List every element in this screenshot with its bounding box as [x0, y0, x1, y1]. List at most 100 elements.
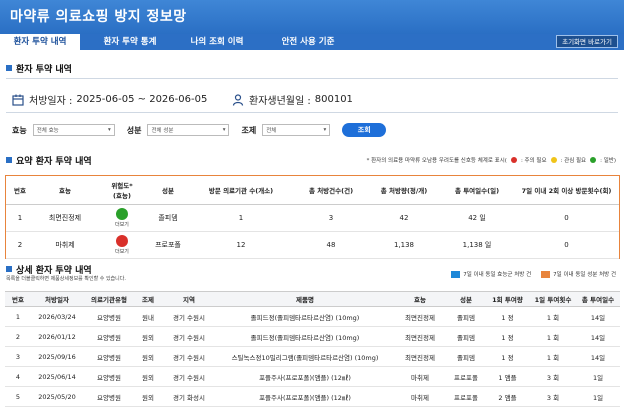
- cell-dose: 1 앰플: [485, 406, 530, 412]
- cell-ing: 졸피뎀: [447, 306, 485, 327]
- cell-days: 14일: [576, 346, 620, 367]
- filter-bar: 효능 전체 효능 ▾ 성분 전체 성분 ▾ 조제 전체 ▾ 조회: [12, 122, 387, 138]
- col-header: 번호: [5, 291, 31, 307]
- summary-title: 요약 환자 투약 내역: [6, 154, 92, 167]
- birth-value: 800101: [314, 94, 353, 105]
- cell-freq: 1 회: [530, 306, 576, 327]
- table-row[interactable]: 62025/05/14요양병원원외경기 수원시포플주사(프로포폴)(앰플) (1…: [5, 406, 620, 412]
- ingredient-select[interactable]: 전체 성분 ▾: [147, 124, 230, 136]
- summary-table-box: 번호 효능 위험도* (효능) 성분 방문 의료기관 수(개소) 총 처방건수(…: [5, 175, 620, 259]
- cell-ingredient: 졸피뎀: [148, 204, 188, 232]
- cell-no: 4: [5, 366, 31, 387]
- cell-no: 2: [5, 326, 31, 347]
- cell-dose: 1 앰플: [485, 366, 530, 387]
- col-header: 총 처방량(정/개): [368, 176, 440, 205]
- page-title-text: 환자 투약 내역: [16, 65, 72, 75]
- cell-inst: 요양병원: [83, 306, 135, 327]
- cell-days: 1일: [576, 386, 620, 407]
- formulation-select-value: 전체: [266, 128, 277, 134]
- cell-product: 졸피드정(졸피뎀타르타르산염) (10mg): [217, 306, 393, 327]
- legend-same-efficacy: 7일 이내 동일 효능군 처방 건: [463, 272, 532, 278]
- cell-institutions: 1: [188, 204, 294, 232]
- divider: [6, 112, 618, 113]
- tab-patient-stats[interactable]: 환자 투약 통계: [90, 34, 170, 50]
- cell-eff: 마취제: [393, 406, 447, 412]
- cell-no: 1: [5, 306, 31, 327]
- cell-ing: 프로포폴: [447, 406, 485, 412]
- tab-my-query-history[interactable]: 나의 조회 이력: [176, 34, 258, 50]
- table-row[interactable]: 4 2025/06/14 요양병원 원외 경기 수원시 포플주사(프로포폴)(앰플) (1…: [5, 366, 620, 387]
- cell-region: 경기 수원시: [161, 306, 217, 327]
- formulation-select[interactable]: 전체 ▾: [262, 124, 331, 136]
- more-link[interactable]: 더보기: [96, 248, 148, 255]
- prescription-period: 처방일자 : 2025-06-05 ~ 2026-06-05: [12, 92, 207, 107]
- cell-prep: 원외: [135, 346, 161, 367]
- cell-days: 14일: [576, 306, 620, 327]
- table-row[interactable]: 5 2025/05/20 요양병원 원외 경기 화성시 포플주사(프로포폴)(앰플) (1…: [5, 386, 620, 407]
- calendar-icon: [12, 94, 24, 106]
- risk-green-icon: [116, 207, 128, 220]
- cell-freq: 1 회: [530, 326, 576, 347]
- cell-ingredient: 프로포폴: [148, 231, 188, 259]
- efficacy-select[interactable]: 전체 효능 ▾: [32, 124, 115, 136]
- legend-same-ingredient: 7일 이내 동일 성분 처방 건: [553, 272, 616, 278]
- table-row[interactable]: 2 2026/01/12 요양병원 원외 경기 수원시 졸피드정(졸피뎀타르타르산염) (…: [5, 326, 620, 347]
- chevron-down-icon: ▾: [323, 127, 327, 133]
- prescription-value: 2025-06-05 ~ 2026-06-05: [76, 94, 208, 105]
- query-button[interactable]: 조회: [342, 123, 387, 137]
- cell-date: 2026/01/12: [31, 326, 83, 347]
- cell-product: 포플주사(프로포폴)(앰플) (12㎖): [217, 386, 393, 407]
- cell-visits: 0: [514, 231, 619, 259]
- detail-subtitle: 목록을 더블클릭하면 제품상세정보를 확인할 수 있습니다.: [6, 276, 126, 282]
- cell-region: 경기 화성시: [161, 386, 217, 407]
- risk-legend-interest: : 관심 필요: [560, 158, 587, 164]
- cell-eff: 마취제: [393, 366, 447, 387]
- cell-amount: 1,138: [368, 231, 440, 259]
- cell-inst: 요양병원: [83, 326, 135, 347]
- table-row[interactable]: 2 마취제 더보기 프로포폴 12 48 1,138 1,138 일 0: [6, 231, 619, 259]
- col-header: 7일 이내 2회 이상 방문횟수(회): [514, 176, 619, 205]
- risk-legend-caution: : 주의 필요: [520, 158, 547, 164]
- cell-eff: 마취제: [393, 386, 447, 407]
- cell-no: 1: [6, 204, 34, 232]
- col-header: 효능: [34, 176, 96, 205]
- table-row[interactable]: 1 최면진정제 더보기 졸피뎀 1 3 42 42 일 0: [6, 204, 619, 232]
- cell-eff: 최면진정제: [393, 306, 447, 327]
- col-header: 총 투여일수(일): [440, 176, 514, 205]
- col-header: 위험도* (효능): [96, 176, 148, 205]
- more-link[interactable]: 더보기: [96, 221, 148, 228]
- detail-table-box: 번호 처방일자 의료기관유형 조제 지역 제품명 효능 성분 1회 투여량 1일…: [5, 291, 620, 412]
- prescription-label: 처방일자 :: [29, 96, 73, 107]
- cell-inst: 요양병원: [83, 406, 135, 412]
- page-title: 환자 투약 내역: [6, 62, 72, 75]
- bullet-icon: [6, 65, 12, 71]
- col-header: 의료기관유형: [83, 291, 135, 307]
- ingredient-select-value: 전체 성분: [151, 128, 174, 134]
- tab-safety-criteria[interactable]: 안전 사용 기준: [264, 34, 352, 50]
- cell-efficacy: 최면진정제: [34, 204, 96, 232]
- green-dot-icon: [590, 157, 597, 163]
- cell-region: 경기 수원시: [161, 406, 217, 412]
- patient-birth: 환자생년월일 : 800101: [232, 92, 353, 107]
- table-row[interactable]: 3 2025/09/16 요양병원 원외 경기 수원시 스틸녹스정10밀리그램(졸피뎀타르…: [5, 346, 620, 367]
- cell-product: 포플주사(프로포폴)(앰플) (12㎖): [217, 406, 393, 412]
- risk-legend: * 환자의 의료용 마약류 오남용 우려도를 신호등 체계로 표시( : 주의 …: [367, 156, 616, 164]
- col-header: 조제: [135, 291, 161, 307]
- bullet-icon: [6, 157, 12, 163]
- col-header: 성분: [447, 291, 485, 307]
- summary-title-text: 요약 환자 투약 내역: [16, 157, 92, 167]
- table-row[interactable]: 1 2026/03/24 요양병원 원내 경기 수원시 졸피드정(졸피뎀타르타르산염) (…: [5, 306, 620, 327]
- person-icon: [232, 93, 244, 106]
- divider: [6, 78, 618, 79]
- col-header: 처방일자: [31, 291, 83, 307]
- cell-risk: 더보기: [96, 204, 148, 232]
- tab-patient-history[interactable]: 환자 투약 내역: [0, 34, 80, 50]
- cell-dose: 2 앰플: [485, 386, 530, 407]
- cell-efficacy: 마취제: [34, 231, 96, 259]
- birth-label: 환자생년월일 :: [249, 96, 311, 107]
- cell-freq: 3 회: [530, 386, 576, 407]
- home-button[interactable]: 초기화면 바로가기: [556, 35, 618, 48]
- risk-red-icon: [116, 234, 128, 247]
- col-header: 총 처방건수(건): [294, 176, 368, 205]
- cell-inst: 요양병원: [83, 366, 135, 387]
